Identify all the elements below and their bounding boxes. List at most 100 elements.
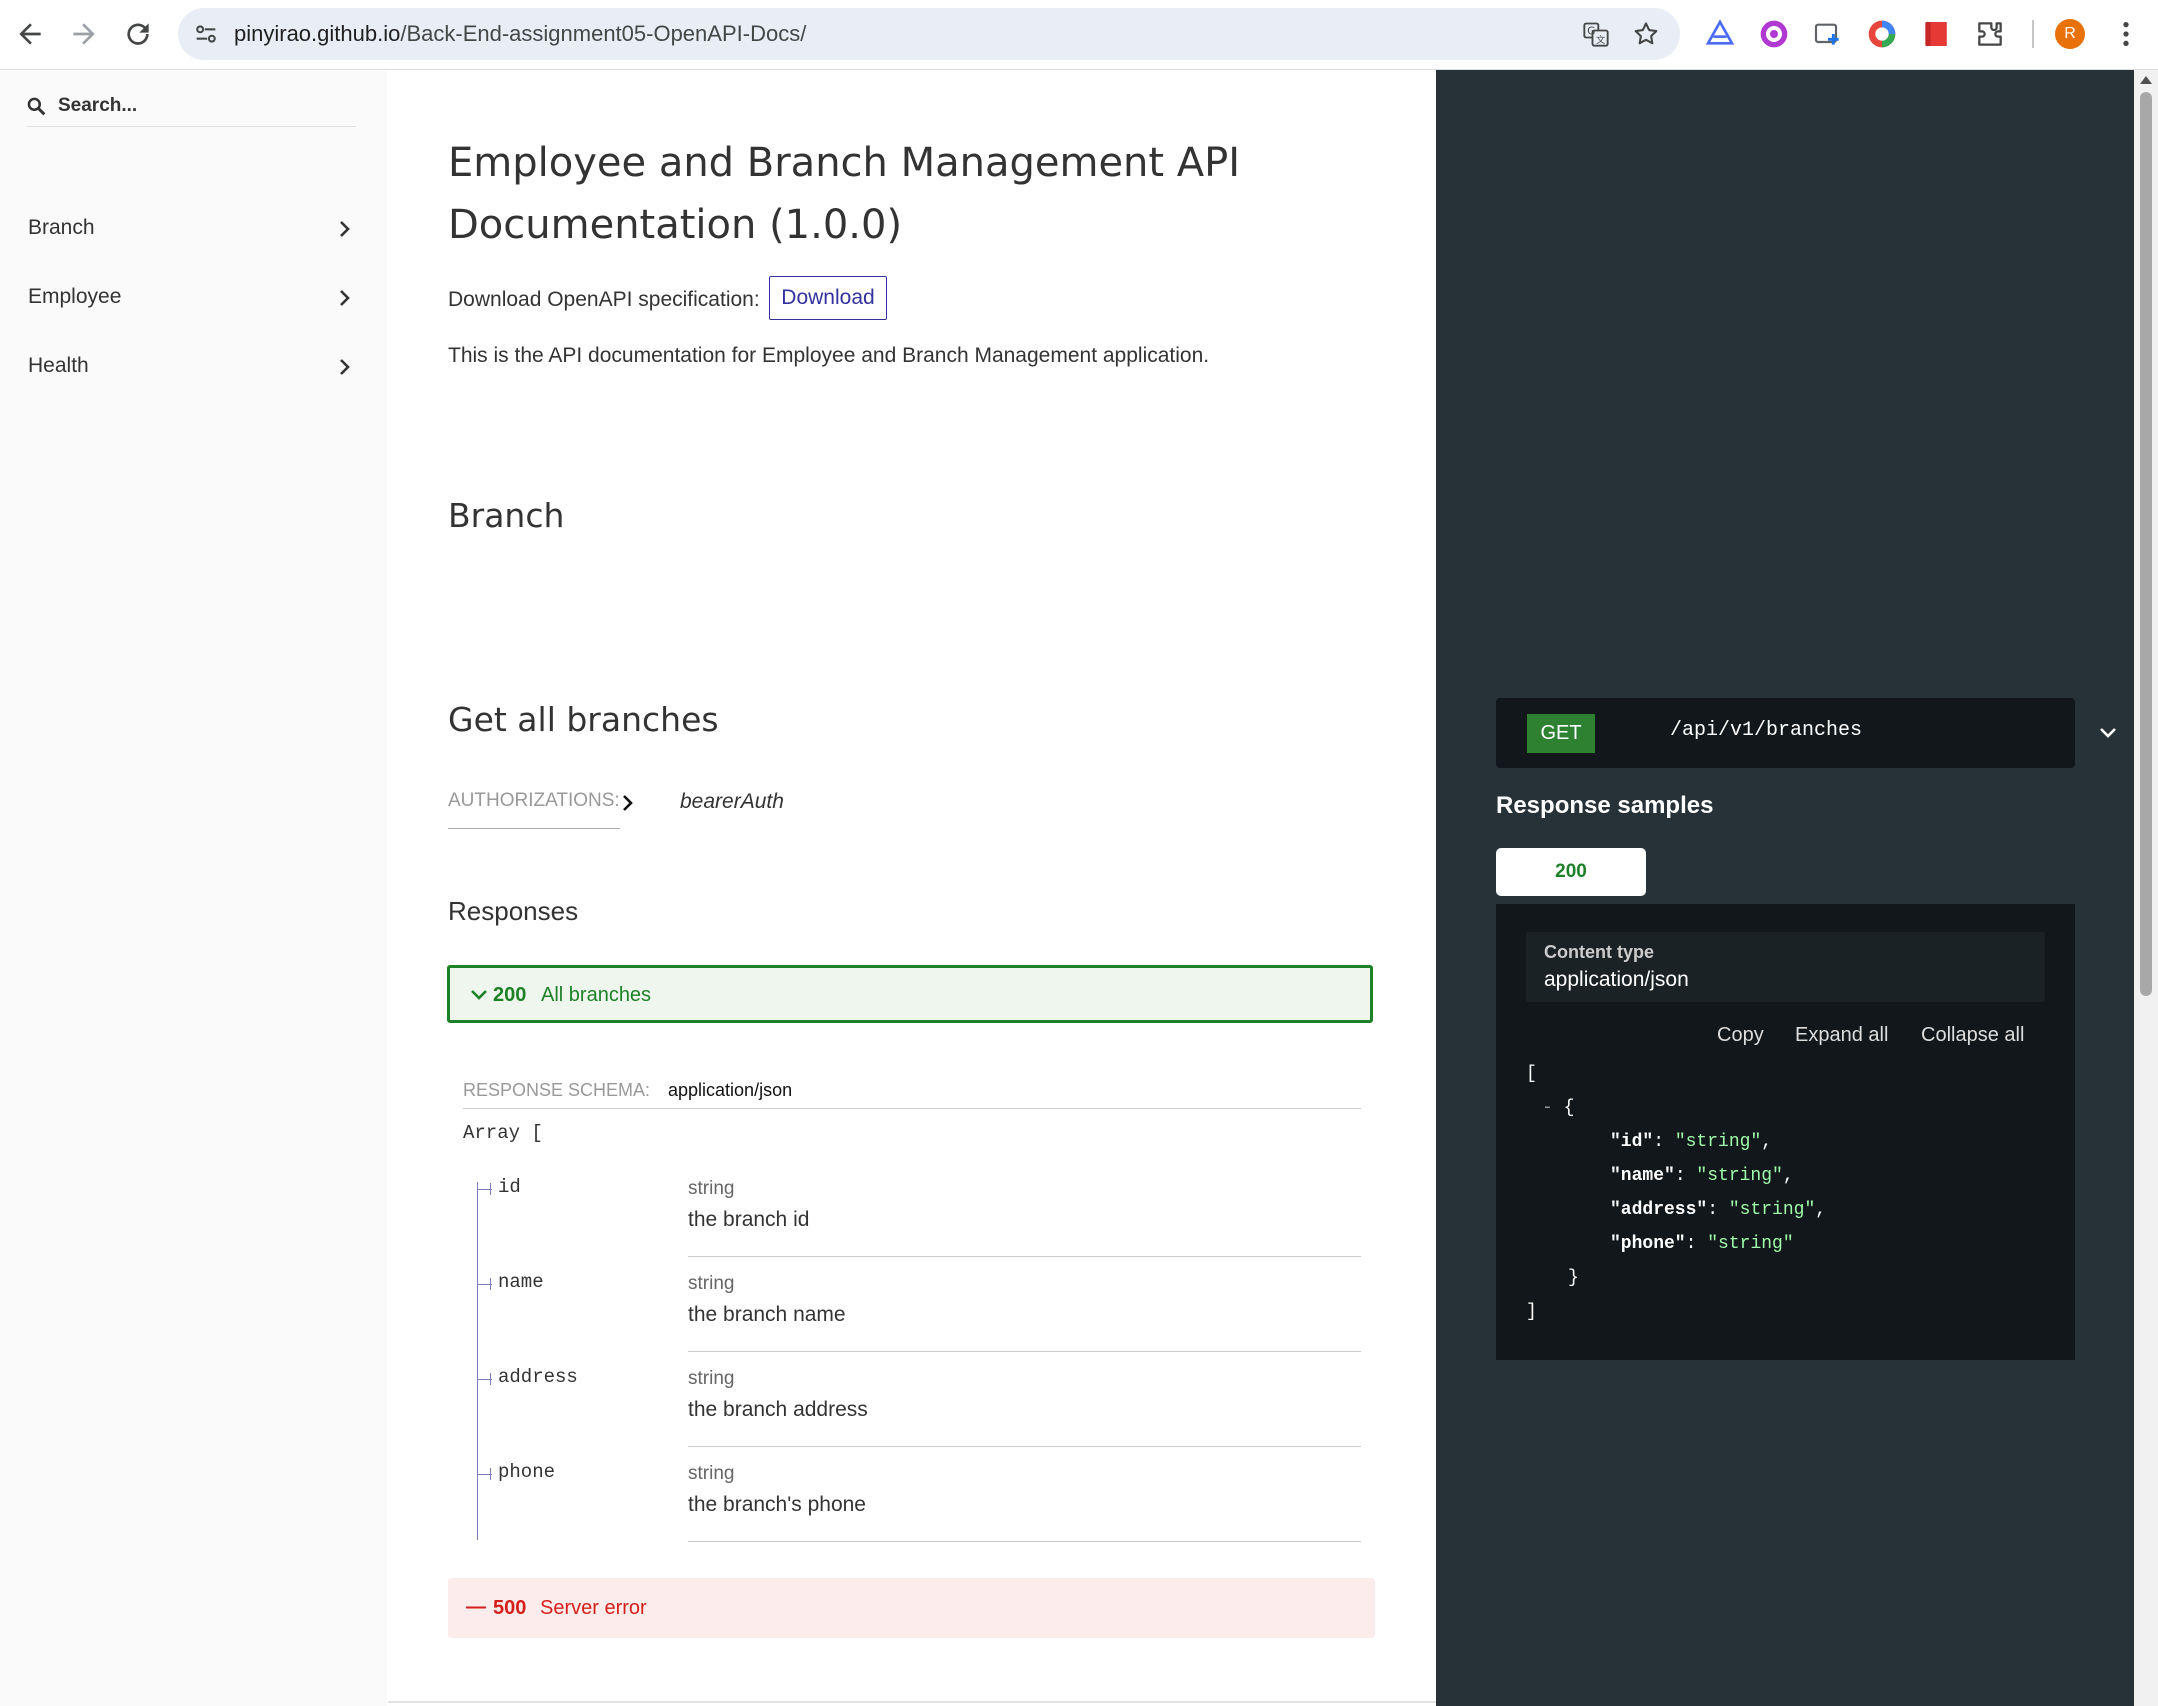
property-type: string (688, 1178, 735, 1199)
chevron-down-icon (471, 990, 487, 1000)
schema-property-phone: phone string the branch's phone (478, 1457, 1373, 1552)
content-type-selector[interactable]: Content type application/json (1526, 932, 2045, 1002)
sidebar: Branch Employee Health (0, 70, 387, 1706)
endpoint-toggle[interactable]: GET /api/v1/branches (1496, 698, 2116, 768)
response-description: Server error (540, 1597, 647, 1619)
response-500-toggle[interactable]: — 500 Server error (448, 1578, 1375, 1638)
search-input[interactable] (56, 88, 350, 124)
tree-branch (478, 1278, 492, 1290)
puzzle-extensions-icon[interactable] (1974, 18, 2006, 50)
json-separator: , (1815, 1200, 1827, 1220)
reload-icon[interactable] (122, 18, 154, 50)
property-description: the branch name (688, 1303, 846, 1326)
array-open: Array [ (463, 1122, 543, 1144)
chevron-right-icon (623, 795, 633, 811)
sidebar-item-label: Health (28, 354, 89, 377)
content-type-label: Content type (1544, 942, 1654, 962)
property-name: id (498, 1176, 521, 1198)
right-panel: GET /api/v1/branches Response samples 20… (1436, 70, 2134, 1706)
response-200-toggle[interactable]: 200 All branches (447, 965, 1373, 1023)
auth-scheme: bearerAuth (680, 790, 784, 813)
property-description: the branch's phone (688, 1493, 866, 1516)
json-close-brace: } (1568, 1268, 1579, 1288)
bookmark-star-icon[interactable] (1632, 20, 1660, 48)
tab-response-200[interactable]: 200 (1496, 848, 1646, 896)
json-collapse-toggle[interactable]: - (1542, 1098, 1553, 1118)
kebab-menu-icon[interactable] (2110, 18, 2142, 50)
divider (688, 1351, 1361, 1352)
json-key: "phone" (1610, 1234, 1686, 1254)
schema-property-id: id string the branch id (478, 1172, 1373, 1267)
endpoint-path: /api/v1/branches (1670, 719, 1863, 742)
authorizations-label: AUTHORIZATIONS: (448, 790, 620, 811)
authorizations-row: AUTHORIZATIONS: bearerAuth (448, 782, 1048, 829)
tree-branch (478, 1373, 492, 1385)
content-type-value: application/json (1544, 968, 1689, 991)
property-description: the branch id (688, 1208, 810, 1231)
expand-all-button[interactable]: Expand all (1795, 1024, 1888, 1047)
scrollbar-thumb[interactable] (2140, 92, 2152, 996)
scroll-up-arrow-icon[interactable] (2140, 76, 2152, 84)
property-type: string (688, 1273, 735, 1294)
json-value: "string" (1696, 1166, 1783, 1186)
divider (688, 1256, 1361, 1257)
json-key: "name" (1610, 1166, 1675, 1186)
extension-drive-icon[interactable] (1704, 18, 1736, 50)
json-open-brace: { (1563, 1098, 1575, 1118)
chevron-right-icon (340, 290, 350, 306)
property-name: name (498, 1271, 544, 1293)
chevron-right-icon (340, 359, 350, 375)
property-name: phone (498, 1461, 556, 1483)
property-type: string (688, 1463, 735, 1484)
json-field-id: "id": "string", (1610, 1132, 1773, 1152)
json-key: "address" (1610, 1200, 1708, 1220)
back-arrow-icon[interactable] (14, 18, 46, 50)
schema-property-name: name string the branch name (478, 1267, 1373, 1362)
address-bar[interactable]: pinyirao.github.io/Back-End-assignment05… (178, 8, 1680, 60)
divider (388, 1701, 1436, 1703)
json-close-bracket: ] (1526, 1302, 1537, 1322)
collapse-all-button[interactable]: Collapse all (1921, 1024, 2024, 1047)
json-object-open: - { (1542, 1098, 1574, 1118)
download-label: Download OpenAPI specification: (448, 288, 760, 311)
tree-branch (478, 1468, 492, 1480)
extension-lr-icon[interactable] (1758, 18, 1790, 50)
main-content: Employee and Branch Management API Docum… (388, 70, 1436, 1706)
authorizations-toggle[interactable]: AUTHORIZATIONS: (448, 782, 633, 829)
response-code: 200 (493, 984, 527, 1006)
json-field-phone: "phone": "string" (1610, 1234, 1794, 1254)
svg-text:G: G (1587, 26, 1595, 38)
extension-add-tab-icon[interactable] (1812, 18, 1844, 50)
site-info-icon[interactable] (192, 20, 220, 48)
response-sample: Content type application/json Copy Expan… (1496, 904, 2075, 1360)
property-name: address (498, 1366, 578, 1388)
response-schema-row: RESPONSE SCHEMA: application/json (463, 1070, 1361, 1109)
sidebar-item-health[interactable]: Health (0, 333, 387, 401)
property-description: the branch address (688, 1398, 868, 1421)
json-value: "string" (1674, 1132, 1762, 1152)
sidebar-item-employee[interactable]: Employee (0, 264, 387, 332)
translate-icon[interactable]: G 文 (1582, 20, 1610, 48)
sidebar-item-branch[interactable]: Branch (0, 195, 387, 263)
forward-arrow-icon[interactable] (68, 18, 100, 50)
response-code: 500 (493, 1597, 527, 1619)
copy-button[interactable]: Copy (1717, 1024, 1764, 1047)
profile-avatar[interactable]: R (2055, 19, 2085, 49)
responses-title: Responses (448, 896, 579, 926)
tree-branch (478, 1183, 492, 1195)
extension-color-icon[interactable] (1866, 18, 1898, 50)
collapsed-dash-icon: — (466, 1596, 486, 1618)
url-text: pinyirao.github.io/Back-End-assignment05… (234, 21, 806, 47)
search-box (26, 84, 356, 127)
page-title: Employee and Branch Management API Docum… (448, 140, 1241, 248)
json-key: "id" (1610, 1132, 1654, 1152)
response-samples-title: Response samples (1496, 792, 1714, 819)
extension-book-icon[interactable] (1920, 18, 1952, 50)
api-description: This is the API documentation for Employ… (448, 344, 1210, 367)
divider (688, 1541, 1361, 1542)
page-scrollbar[interactable] (2134, 70, 2158, 1706)
json-value: "string" (1728, 1200, 1816, 1220)
sidebar-item-label: Branch (28, 216, 95, 239)
download-button[interactable]: Download (769, 276, 887, 320)
section-title-branch: Branch (448, 496, 565, 535)
